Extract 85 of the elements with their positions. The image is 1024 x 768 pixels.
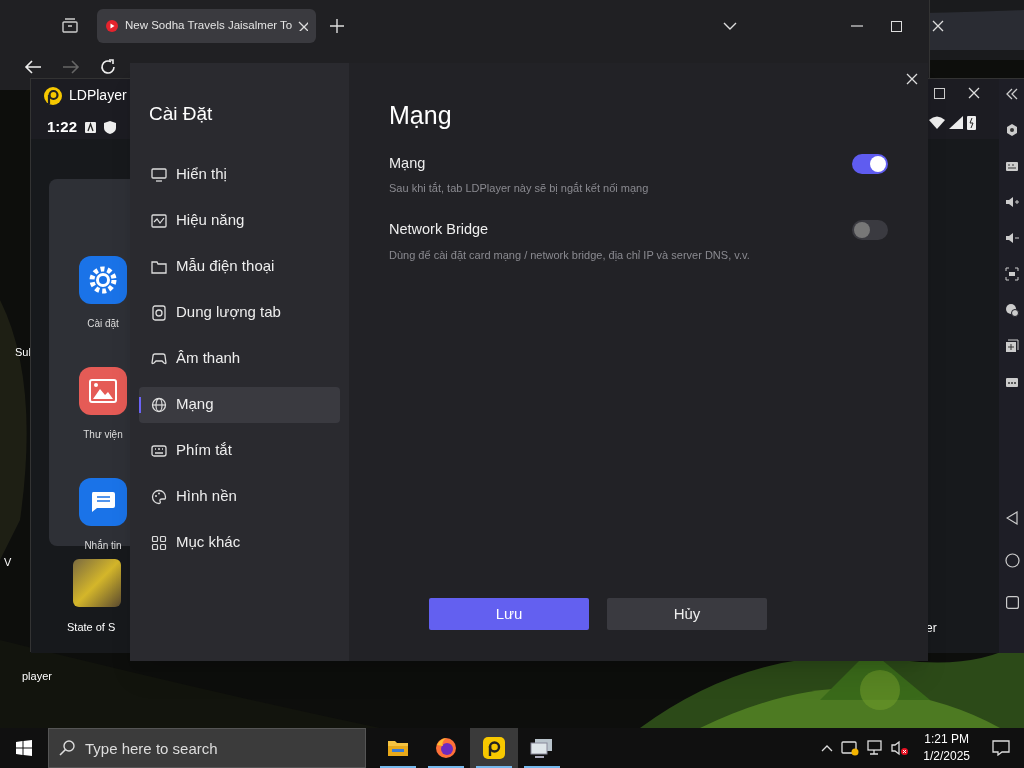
forward-arrow-icon[interactable] xyxy=(62,59,80,75)
grid-icon xyxy=(151,534,167,551)
gamepad-icon xyxy=(151,350,167,367)
game-app-icon[interactable] xyxy=(73,559,121,607)
sidebar-item[interactable]: Hiển thị xyxy=(139,156,340,193)
minimize-icon[interactable] xyxy=(851,25,864,27)
close-icon[interactable] xyxy=(932,20,945,32)
record-icon[interactable] xyxy=(1005,303,1019,317)
volume-muted-icon[interactable] xyxy=(891,740,910,756)
tab-actions-icon[interactable] xyxy=(61,18,79,34)
desktop-icon-label: player xyxy=(22,669,52,684)
taskbar-date[interactable]: 1/2/2025 xyxy=(923,748,970,765)
collapse-icon[interactable] xyxy=(1005,87,1019,101)
app-label[interactable]: State of S xyxy=(67,619,116,636)
sidebar-item[interactable]: Âm thanh xyxy=(139,340,340,377)
status-clock: 1:22 xyxy=(47,117,78,137)
monitor-icon xyxy=(151,166,167,183)
more-icon[interactable] xyxy=(1005,375,1019,389)
sidebar-item[interactable]: Mạng xyxy=(139,386,340,423)
settings-title: Cài Đặt xyxy=(149,102,214,126)
new-tab-icon[interactable] xyxy=(330,19,345,33)
toggle-switch[interactable] xyxy=(852,219,888,240)
device-warning-icon[interactable] xyxy=(841,740,860,756)
keyboard-icon xyxy=(151,442,167,459)
browser-tab[interactable]: New Sodha Travels Jaisalmer To xyxy=(97,9,317,43)
windows-start-icon[interactable] xyxy=(16,740,32,756)
video-site-icon xyxy=(105,19,119,33)
chart-icon xyxy=(151,212,167,229)
wifi-icon xyxy=(929,116,945,129)
save-button[interactable]: Lưu xyxy=(429,598,589,630)
message-icon[interactable] xyxy=(79,478,127,526)
back-icon[interactable] xyxy=(1006,511,1018,525)
app-label[interactable]: Nhắn tin xyxy=(84,538,122,553)
keyboard-icon[interactable] xyxy=(1005,159,1019,173)
recents-icon[interactable] xyxy=(1005,596,1019,609)
option-label: Mạng xyxy=(389,153,427,173)
sidebar-item[interactable]: Phím tắt xyxy=(139,432,340,469)
search-field[interactable]: Type here to search xyxy=(48,728,366,768)
chevron-down-icon[interactable] xyxy=(723,22,738,30)
home-icon[interactable] xyxy=(1004,553,1020,568)
chevron-up-icon[interactable] xyxy=(821,744,834,752)
network-icon[interactable] xyxy=(867,740,884,756)
maximize-icon[interactable] xyxy=(934,88,945,99)
back-arrow-icon[interactable] xyxy=(24,59,42,75)
palette-icon xyxy=(151,488,167,505)
close-icon[interactable] xyxy=(968,87,980,99)
option-description: Sau khi tắt, tab LDPlayer này sẽ bị ngắt kết nối mạng xyxy=(389,181,649,197)
volume-down-icon[interactable] xyxy=(1005,231,1019,245)
shield-icon xyxy=(104,120,117,134)
sidebar-item[interactable]: Mục khác xyxy=(139,524,340,561)
cancel-button[interactable]: Hủy xyxy=(607,598,767,630)
ldplayer-logo-icon[interactable] xyxy=(470,728,518,768)
close-icon[interactable] xyxy=(298,21,309,31)
add-window-icon[interactable] xyxy=(1005,339,1019,353)
sidebar-item[interactable]: Mẫu điện thoại xyxy=(139,248,340,285)
ldplayer-logo-icon xyxy=(43,85,63,106)
option-label: Network Bridge xyxy=(389,219,490,239)
fullscreen-icon[interactable] xyxy=(1005,267,1019,281)
page-title: Mạng xyxy=(389,100,453,131)
app-label[interactable]: Thư viện xyxy=(83,427,123,442)
close-icon[interactable] xyxy=(906,73,918,85)
option-description: Dùng để cài đặt card mạng / network bridge, địa chỉ IP và server DNS, v.v. xyxy=(389,247,750,263)
desktop-icon-label: V xyxy=(4,555,12,570)
volume-up-icon[interactable] xyxy=(1005,195,1019,209)
window-title: LDPlayer xyxy=(69,86,127,105)
signal-icon xyxy=(949,116,963,129)
taskbar-time[interactable]: 1:21 PM xyxy=(924,731,969,748)
sidebar-item[interactable]: Hiệu năng xyxy=(139,202,340,239)
maximize-icon[interactable] xyxy=(891,20,903,32)
folder-icon xyxy=(151,258,167,275)
settings-icon[interactable] xyxy=(1005,123,1019,137)
notifications-icon[interactable] xyxy=(992,740,1010,756)
toggle-switch[interactable] xyxy=(852,153,888,174)
globe-icon xyxy=(151,396,167,413)
gallery-icon[interactable] xyxy=(79,367,127,415)
sidebar-item[interactable]: Dung lượng tab xyxy=(139,294,340,331)
notification-icon xyxy=(85,121,97,133)
reload-icon[interactable] xyxy=(100,59,116,75)
app-label[interactable]: Cài đặt xyxy=(87,316,119,331)
settings-icon[interactable] xyxy=(79,256,127,304)
desktop-icon-label: Sul xyxy=(15,345,31,360)
tab-title: New Sodha Travels Jaisalmer To xyxy=(125,18,293,34)
battery-icon xyxy=(967,115,976,130)
search-icon xyxy=(59,740,75,756)
sidebar-item[interactable]: Hình nền xyxy=(139,478,340,515)
